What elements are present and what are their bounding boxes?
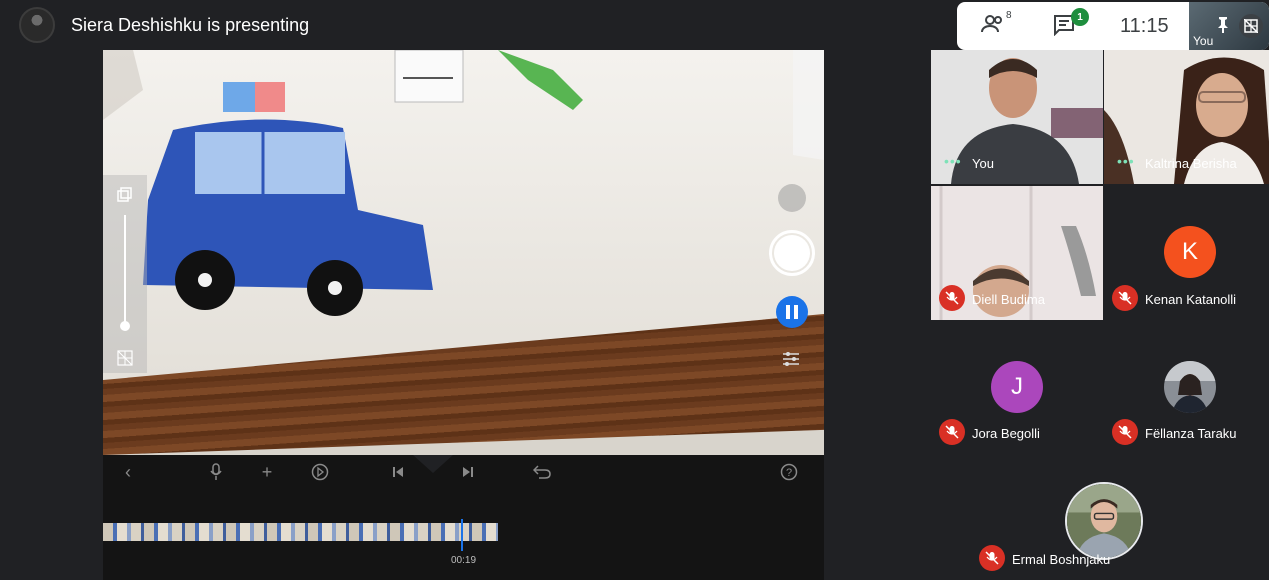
effects-icon[interactable] — [309, 461, 331, 483]
participants-button[interactable]: 8 — [981, 10, 1012, 38]
self-preview[interactable]: You — [1189, 2, 1269, 50]
pause-button[interactable] — [776, 296, 808, 328]
avatar — [1065, 482, 1143, 560]
presenter-bar: Siera Deshishku is presenting — [0, 0, 950, 50]
back-icon[interactable]: ‹ — [117, 461, 139, 483]
camera-controls — [767, 180, 817, 380]
mic-off-icon — [1112, 285, 1138, 311]
participants-count: 8 — [1006, 10, 1012, 21]
editor-toolbar: ‹ + ? — [103, 455, 824, 489]
mic-off-icon — [1112, 419, 1138, 445]
record-button[interactable] — [769, 230, 815, 276]
pin-icon[interactable] — [1215, 16, 1231, 34]
speaking-indicator: ••• — [944, 153, 962, 169]
participant-name: You — [972, 156, 994, 171]
meet-window: Siera Deshishku is presenting 8 1 11:15 — [0, 0, 1269, 580]
flash-icon[interactable] — [778, 184, 806, 212]
zoom-slider-knob[interactable] — [120, 321, 130, 331]
grid-icon[interactable] — [117, 350, 133, 366]
participant-name: Diell Budima — [972, 292, 1045, 307]
people-icon — [981, 15, 1002, 33]
skip-forward-icon[interactable] — [457, 461, 479, 483]
participant-tile-kenan[interactable]: K Kenan Katanolli — [1104, 186, 1269, 320]
svg-text:?: ? — [786, 467, 792, 479]
mic-icon[interactable] — [205, 461, 227, 483]
zoom-panel — [103, 175, 147, 373]
timecode: 00:19 — [451, 555, 477, 566]
participant-tile-jora[interactable]: J Jora Begolli — [931, 320, 1103, 454]
participant-name: Kenan Katanolli — [1145, 292, 1237, 307]
participant-name: Kaltrina Berisha — [1145, 156, 1237, 171]
avatar: K — [1164, 226, 1216, 278]
timeline-playhead[interactable] — [461, 519, 463, 551]
grid-off-icon[interactable] — [1239, 14, 1263, 38]
video-editor: ‹ + ? 00:19 — [103, 455, 824, 580]
mic-off-icon — [979, 545, 1005, 571]
playhead-marker — [413, 455, 453, 473]
mic-off-icon — [939, 285, 965, 311]
timeline-filmstrip[interactable] — [103, 523, 498, 541]
presentation-stage — [103, 50, 824, 455]
self-label: You — [1193, 34, 1214, 48]
car-drawing — [103, 50, 824, 316]
participant-tile-you[interactable]: ••• You — [931, 50, 1103, 184]
chat-badge: 1 — [1071, 8, 1089, 26]
participant-name: Fëllanza Taraku — [1145, 426, 1237, 441]
participant-tile-ermal[interactable]: Ermal Boshnjaku — [971, 455, 1237, 580]
participant-tile-fellanza[interactable]: Fëllanza Taraku — [1104, 320, 1269, 454]
participant-name: Jora Begolli — [972, 426, 1040, 441]
participant-tile-kaltrina[interactable]: ••• Kaltrina Berisha — [1104, 50, 1269, 184]
avatar — [1164, 361, 1216, 413]
avatar: J — [991, 361, 1043, 413]
participant-tile-diell[interactable]: Diell Budima — [931, 186, 1103, 320]
tune-icon[interactable] — [781, 350, 801, 368]
meeting-controls: 8 1 11:15 You — [957, 2, 1269, 50]
presenter-avatar — [19, 7, 55, 43]
speaking-indicator: ••• — [1117, 153, 1135, 169]
presenting-label: Siera Deshishku is presenting — [71, 14, 310, 35]
participant-name: Ermal Boshnjaku — [1012, 552, 1111, 567]
skip-back-icon[interactable] — [387, 461, 409, 483]
add-icon[interactable]: + — [256, 461, 278, 483]
undo-icon[interactable] — [531, 461, 553, 483]
copy-icon[interactable] — [117, 187, 133, 203]
help-icon[interactable]: ? — [778, 461, 800, 483]
zoom-slider-track[interactable] — [124, 215, 126, 327]
mic-off-icon — [939, 419, 965, 445]
clock: 11:15 — [1120, 15, 1169, 37]
